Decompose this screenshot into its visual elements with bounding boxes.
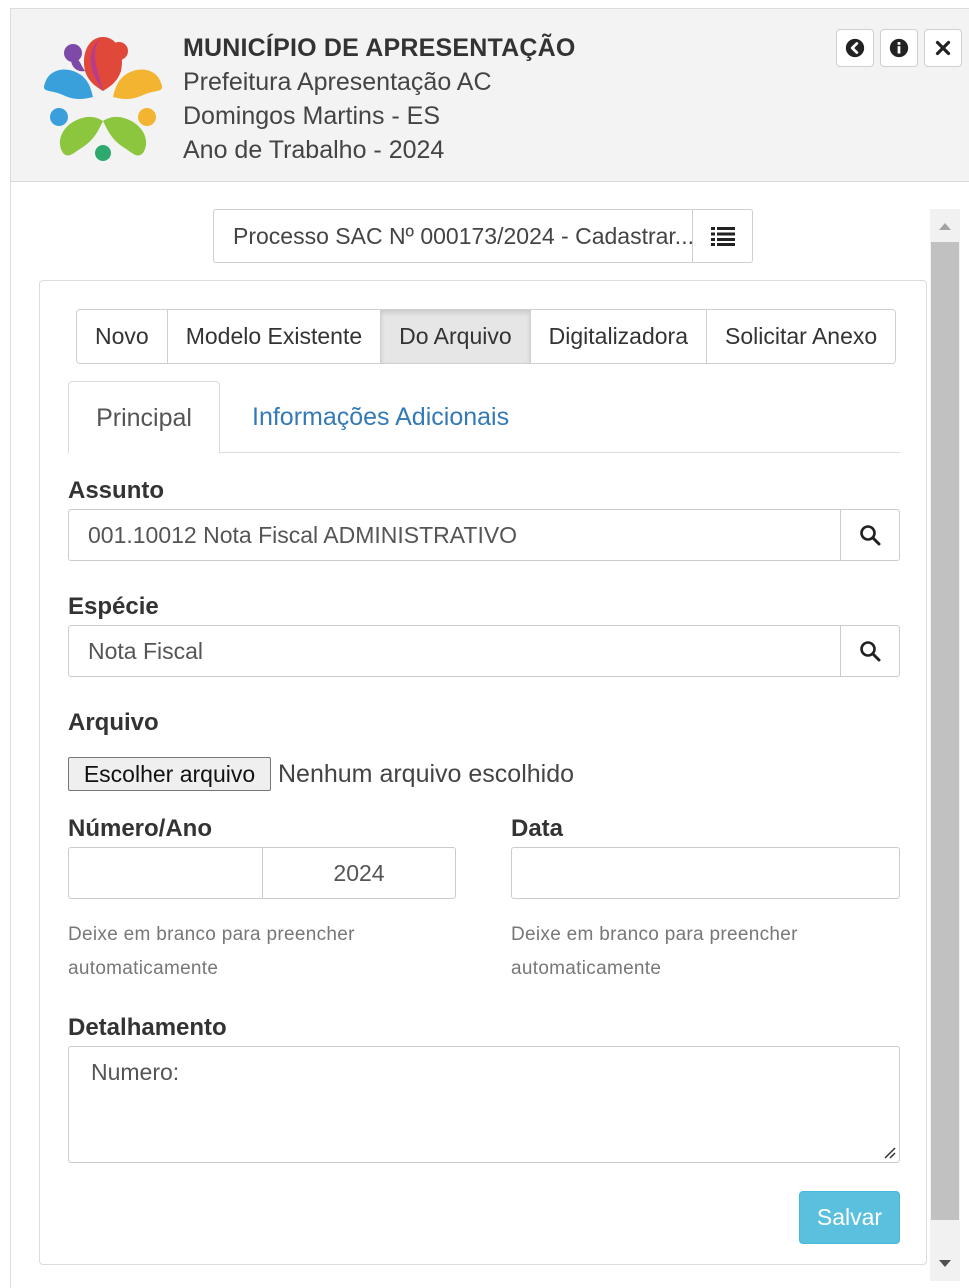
info-button[interactable] [880,29,918,67]
resize-grip-icon[interactable] [882,1145,896,1159]
organization-info: MUNICÍPIO DE APRESENTAÇÃO Prefeitura Apr… [183,31,576,167]
header: MUNICÍPIO DE APRESENTAÇÃO Prefeitura Apr… [11,9,969,182]
info-icon [889,38,909,58]
especie-label: Espécie [68,593,159,620]
work-year: Ano de Trabalho - 2024 [183,136,445,164]
arquivo-label: Arquivo [68,709,159,736]
source-button-group: Novo Modelo Existente Do Arquivo Digital… [76,309,897,364]
scrollbar-thumb[interactable] [931,242,959,1220]
detalhamento-textarea[interactable]: Numero: [68,1046,900,1163]
data-input[interactable] [511,847,900,899]
triangle-down-icon [939,1260,951,1267]
source-from-file-button[interactable]: Do Arquivo [381,310,531,363]
process-breadcrumb: Processo SAC Nº 000173/2024 - Cadastrar.… [213,209,753,263]
form-panel: Novo Modelo Existente Do Arquivo Digital… [39,280,927,1265]
tab-additional-info[interactable]: Informações Adicionais [252,381,509,453]
detalhamento-label: Detalhamento [68,1014,227,1041]
save-button[interactable]: Salvar [799,1191,900,1244]
back-button[interactable] [836,29,874,67]
assunto-label: Assunto [68,477,164,504]
source-existing-model-button[interactable]: Modelo Existente [167,310,382,363]
window-frame: MUNICÍPIO DE APRESENTAÇÃO Prefeitura Apr… [10,8,969,1288]
triangle-up-icon [939,223,951,230]
org-name: MUNICÍPIO DE APRESENTAÇÃO [183,34,576,62]
assunto-input[interactable]: 001.10012 Nota Fiscal ADMINISTRATIVO [68,509,841,561]
search-icon [860,525,881,546]
especie-search-button[interactable] [840,625,900,677]
back-icon [845,38,865,58]
source-new-button[interactable]: Novo [77,310,168,363]
detalhamento-text: Numero: [91,1059,180,1085]
list-icon [710,227,735,246]
numero-input[interactable] [68,847,263,899]
breadcrumb-text: Processo SAC Nº 000173/2024 - Cadastrar.… [214,210,693,262]
data-help-line2: automaticamente [511,958,662,979]
scroll-down-arrow[interactable] [930,1249,960,1279]
vertical-scrollbar[interactable] [930,209,960,1281]
process-menu-button[interactable] [693,210,752,262]
org-unit: Prefeitura Apresentação AC [183,68,492,96]
especie-input[interactable]: Nota Fiscal [68,625,841,677]
search-icon [860,641,881,662]
file-status-text: Nenhum arquivo escolhido [278,760,575,788]
form-tabs: Principal Informações Adicionais [68,381,900,454]
choose-file-button[interactable]: Escolher arquivo [68,757,271,791]
numero-ano-label: Número/Ano [68,815,212,842]
assunto-search-button[interactable] [840,509,900,561]
numero-help-line2: automaticamente [68,958,219,979]
close-button[interactable] [924,29,962,67]
scroll-up-arrow[interactable] [930,211,960,241]
tab-principal[interactable]: Principal [68,381,220,454]
close-icon [935,40,951,56]
ano-input[interactable]: 2024 [262,847,456,899]
numero-help-line1: Deixe em branco para preencher [68,924,355,945]
source-request-attachment-button[interactable]: Solicitar Anexo [707,310,896,363]
source-scanner-button[interactable]: Digitalizadora [530,310,708,363]
data-help-line1: Deixe em branco para preencher [511,924,798,945]
municipality-logo [43,37,163,161]
data-label: Data [511,815,564,842]
city: Domingos Martins - ES [183,102,441,130]
